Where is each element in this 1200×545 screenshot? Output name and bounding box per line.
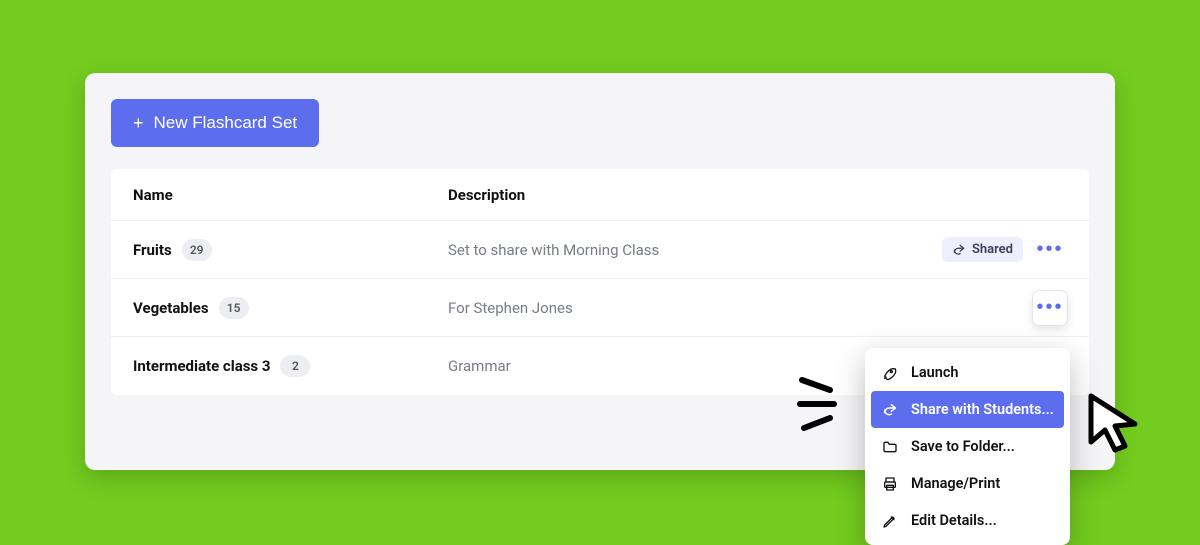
folder-icon bbox=[881, 439, 899, 455]
menu-item-launch[interactable]: Launch bbox=[865, 354, 1070, 391]
row-name: Vegetables bbox=[133, 299, 209, 317]
more-options-button[interactable]: ••• bbox=[1033, 291, 1067, 325]
shared-badge-label: Shared bbox=[972, 242, 1013, 257]
column-header-description: Description bbox=[448, 186, 907, 204]
menu-item-save-folder[interactable]: Save to Folder... bbox=[865, 428, 1070, 465]
emphasis-marks-decoration bbox=[796, 368, 850, 438]
new-flashcard-set-label: New Flashcard Set bbox=[154, 113, 298, 133]
mouse-cursor-decoration bbox=[1085, 392, 1145, 460]
row-name-cell: Vegetables 15 bbox=[133, 297, 448, 319]
menu-item-share[interactable]: Share with Students... bbox=[871, 391, 1064, 428]
more-options-button[interactable]: ••• bbox=[1033, 233, 1067, 267]
row-name-cell: Fruits 29 bbox=[133, 239, 448, 261]
menu-item-label: Launch bbox=[911, 364, 958, 381]
menu-item-edit-details[interactable]: Edit Details... bbox=[865, 502, 1070, 539]
new-flashcard-set-button[interactable]: + New Flashcard Set bbox=[111, 99, 319, 147]
row-name: Fruits bbox=[133, 241, 172, 259]
share-icon bbox=[952, 243, 966, 257]
plus-icon: + bbox=[133, 114, 144, 132]
table-row[interactable]: Vegetables 15 For Stephen Jones ••• bbox=[111, 279, 1089, 337]
shared-badge: Shared bbox=[942, 237, 1023, 262]
table-header: Name Description bbox=[111, 169, 1089, 221]
count-badge: 2 bbox=[280, 355, 310, 377]
row-actions-dropdown: Launch Share with Students... Save to Fo… bbox=[865, 348, 1070, 545]
count-badge: 29 bbox=[182, 239, 212, 261]
row-description: For Stephen Jones bbox=[448, 299, 907, 317]
menu-item-label: Save to Folder... bbox=[911, 438, 1015, 455]
row-name: Intermediate class 3 bbox=[133, 357, 270, 375]
menu-item-label: Edit Details... bbox=[911, 512, 997, 529]
column-header-name: Name bbox=[133, 186, 448, 204]
print-icon bbox=[881, 476, 899, 492]
menu-item-label: Manage/Print bbox=[911, 475, 1000, 492]
table-row[interactable]: Fruits 29 Set to share with Morning Clas… bbox=[111, 221, 1089, 279]
menu-item-manage-print[interactable]: Manage/Print bbox=[865, 465, 1070, 502]
menu-item-label: Share with Students... bbox=[911, 401, 1054, 418]
row-description: Set to share with Morning Class bbox=[448, 241, 907, 259]
share-icon bbox=[881, 402, 899, 418]
row-name-cell: Intermediate class 3 2 bbox=[133, 355, 448, 377]
count-badge: 15 bbox=[219, 297, 249, 319]
rocket-icon bbox=[881, 365, 899, 381]
pencil-icon bbox=[881, 513, 899, 529]
